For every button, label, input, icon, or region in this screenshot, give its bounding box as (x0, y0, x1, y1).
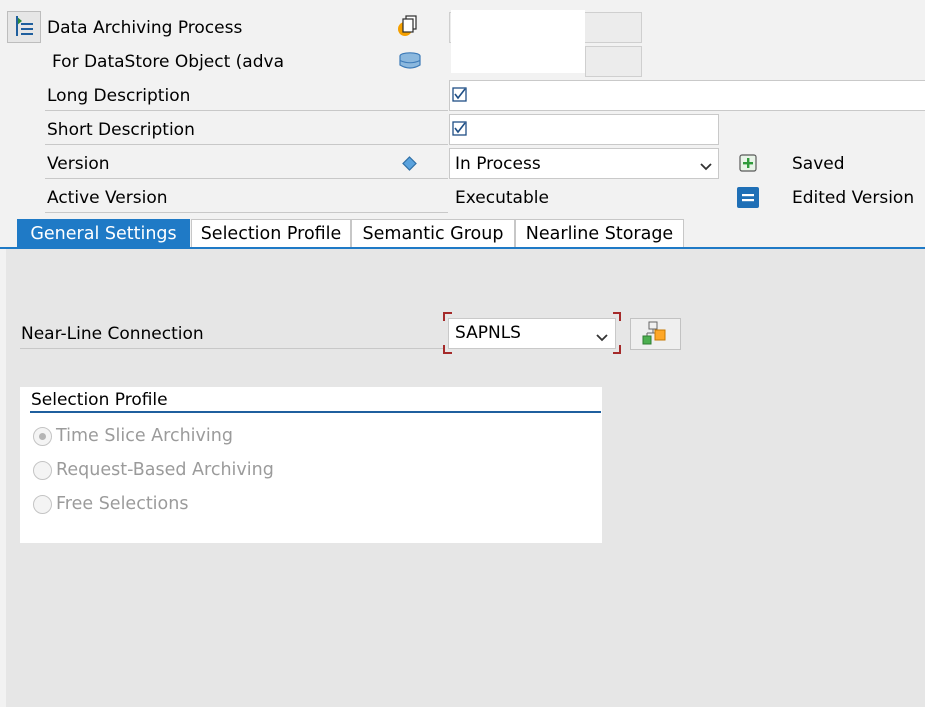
radio-selected[interactable] (33, 427, 52, 446)
chevron-down-icon (700, 157, 712, 177)
tab-selection-profile[interactable]: Selection Profile (191, 219, 351, 248)
object-subtitle: For DataStore Object (adva (52, 52, 284, 72)
request-based-option[interactable]: Request-Based Archiving (33, 460, 333, 482)
edited-version-icon (737, 187, 759, 208)
tab-semantic-group[interactable]: Semantic Group (351, 219, 515, 248)
radio-label: Time Slice Archiving (56, 426, 233, 446)
radio-label: Free Selections (56, 494, 189, 514)
hierarchy-icon (642, 321, 666, 345)
active-version-value: Executable (455, 188, 549, 208)
version-select-value: In Process (455, 154, 541, 174)
saved-status-label: Saved (792, 154, 845, 174)
selection-profile-title: Selection Profile (31, 390, 168, 410)
tab-nearline-storage[interactable]: Nearline Storage (515, 219, 684, 248)
short-description-label: Short Description (45, 120, 448, 145)
short-description-checkbox[interactable] (452, 121, 467, 141)
redacted-box (451, 10, 585, 73)
selection-profile-group: Selection Profile Time Slice Archiving R… (20, 387, 602, 543)
radio-unselected[interactable] (33, 461, 52, 480)
copy-icon[interactable] (397, 14, 419, 38)
datastore-field[interactable] (585, 46, 642, 77)
long-description-label: Long Description (45, 86, 448, 111)
free-selections-option[interactable]: Free Selections (33, 494, 333, 516)
version-label: Version (45, 154, 448, 179)
toggle-tree-button[interactable] (7, 11, 41, 43)
tree-toggle-icon (16, 16, 33, 36)
edited-version-label: Edited Version (792, 188, 915, 208)
nearline-connection-label: Near-Line Connection (20, 324, 444, 349)
version-select[interactable]: In Process (449, 148, 719, 179)
datastore-icon (399, 52, 421, 70)
selection-profile-title-underline (30, 411, 601, 413)
short-description-field[interactable] (449, 114, 719, 145)
active-version-label: Active Version (45, 188, 448, 213)
saved-status-icon (739, 154, 757, 172)
long-description-field[interactable] (449, 80, 925, 111)
required-field-marker (443, 312, 621, 354)
checkbox-checked-icon (452, 87, 467, 102)
radio-label: Request-Based Archiving (56, 460, 274, 480)
tab-general-settings[interactable]: General Settings (17, 219, 190, 248)
checkbox-checked-icon (452, 121, 467, 136)
version-diamond-icon (402, 156, 417, 171)
radio-unselected[interactable] (33, 495, 52, 514)
page-title: Data Archiving Process (47, 18, 243, 38)
long-description-checkbox[interactable] (452, 87, 467, 107)
time-slice-option[interactable]: Time Slice Archiving (33, 426, 333, 448)
connection-hierarchy-button[interactable] (630, 318, 681, 350)
